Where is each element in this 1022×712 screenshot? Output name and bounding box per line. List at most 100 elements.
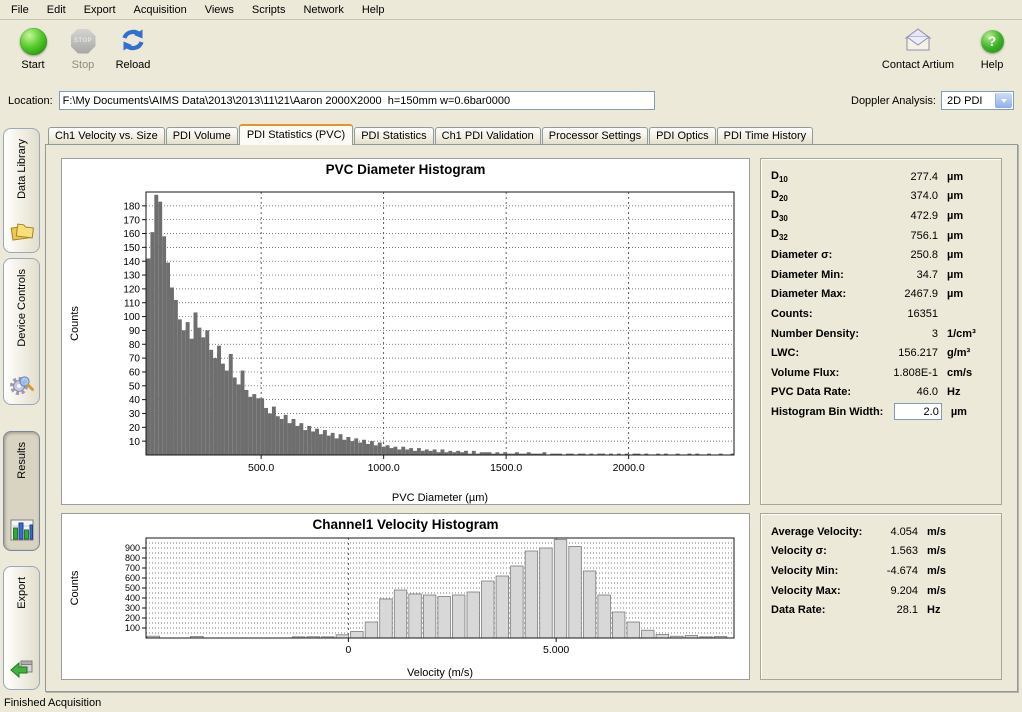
svg-text:10: 10 <box>129 437 141 448</box>
stat-label-subscript: 32 <box>779 234 788 243</box>
stat-row: Velocity σ: 1.563m/s <box>771 542 991 562</box>
stat-label-text: Histogram Bin Width: <box>771 406 883 418</box>
svg-text:20: 20 <box>129 423 141 434</box>
sidebar-item-results[interactable]: Results <box>3 431 40 551</box>
x-axis-label: Velocity (m/s) <box>407 667 473 679</box>
tab-pdi-volume[interactable]: PDI Volume <box>166 127 238 144</box>
svg-text:150: 150 <box>123 243 140 254</box>
stat-unit: m/s <box>918 545 991 557</box>
stat-label: Diameter σ: <box>771 249 874 261</box>
start-button[interactable]: Start <box>8 23 58 71</box>
bin-width-input[interactable] <box>894 403 942 420</box>
sidebar-item-data-library[interactable]: Data Library <box>3 128 40 253</box>
stat-label: Histogram Bin Width: <box>771 406 883 418</box>
tab-pdi-optics[interactable]: PDI Optics <box>649 127 716 144</box>
velocity-stats-panel: Average Velocity:4.054m/sVelocity σ:1.56… <box>760 513 1002 680</box>
svg-text:110: 110 <box>124 298 140 309</box>
help-label: Help <box>974 59 1010 71</box>
chevron-down-icon[interactable] <box>995 93 1012 108</box>
stat-row: Diameter Max:2467.9µm <box>771 285 991 305</box>
stat-label: Number Density: <box>771 328 874 340</box>
doppler-analysis-value: 2D PDI <box>947 95 982 107</box>
stat-value: 277.4 <box>874 171 938 183</box>
stat-label-text: Velocity σ: <box>771 545 827 557</box>
tab-ch1-velocity-vs-size[interactable]: Ch1 Velocity vs. Size <box>48 127 165 144</box>
menu-item-scripts[interactable]: Scripts <box>243 2 295 18</box>
doppler-analysis-dropdown[interactable]: 2D PDI <box>941 91 1014 110</box>
stat-unit: µm <box>938 230 991 242</box>
svg-text:900: 900 <box>125 543 140 553</box>
tab-ch1-pdi-validation[interactable]: Ch1 PDI Validation <box>435 127 541 144</box>
stat-label: Volume Flux: <box>771 367 874 379</box>
reload-icon <box>119 26 147 57</box>
svg-text:120: 120 <box>123 284 140 295</box>
tab-pdi-time-history[interactable]: PDI Time History <box>717 127 814 144</box>
velocity-chart-title: Channel1 Velocity Histogram <box>62 514 749 534</box>
stat-unit: µm <box>938 190 991 202</box>
location-input[interactable] <box>59 91 655 110</box>
svg-text:170: 170 <box>123 215 140 226</box>
stat-value: 1.563 <box>874 545 918 557</box>
tab-pdi-statistics-pvc[interactable]: PDI Statistics (PVC) <box>239 124 353 145</box>
sidebar-item-device-controls[interactable]: Device Controls <box>3 258 40 405</box>
stat-value: 1.808E-1 <box>874 367 938 379</box>
svg-text:800: 800 <box>125 553 140 563</box>
tab-processor-settings[interactable]: Processor Settings <box>542 127 648 144</box>
stat-label-text: Volume Flux: <box>771 367 839 379</box>
stat-label-text: Velocity Min: <box>771 565 838 577</box>
menu-item-acquisition[interactable]: Acquisition <box>125 2 196 18</box>
menu-item-export[interactable]: Export <box>75 2 125 18</box>
status-bar: Finished Acquisition <box>0 694 1022 712</box>
tab-area: Ch1 Velocity vs. SizePDI VolumePDI Stati… <box>45 124 1018 692</box>
stat-value: 28.1 <box>874 604 918 616</box>
sidebar-item-export[interactable]: Export <box>3 566 40 690</box>
stat-row: Velocity Max:9.204m/s <box>771 581 991 601</box>
y-axis-label: Counts <box>69 570 81 605</box>
help-button[interactable]: ? Help <box>974 23 1010 71</box>
menu-item-file[interactable]: File <box>2 2 38 18</box>
menu-item-help[interactable]: Help <box>353 2 394 18</box>
stat-value: 46.0 <box>874 386 938 398</box>
svg-text:130: 130 <box>123 271 140 282</box>
velocity-histogram-chart: 10020030040050060070080090005.000Velocit… <box>62 534 746 680</box>
stat-label: D32 <box>771 228 874 242</box>
svg-text:70: 70 <box>129 354 141 365</box>
stat-value: 9.204 <box>874 585 918 597</box>
y-axis-label: Counts <box>69 306 81 341</box>
stat-unit: µm <box>942 406 991 418</box>
stat-value <box>883 403 941 420</box>
location-row: Location: Doppler Analysis: 2D PDI <box>0 86 1022 115</box>
stat-label-text: Data Rate: <box>771 604 825 616</box>
stat-label: D30 <box>771 209 874 223</box>
stat-value: 374.0 <box>874 190 938 202</box>
stat-label-text: Number Density: <box>771 328 859 340</box>
svg-text:400: 400 <box>125 593 140 603</box>
menu-item-edit[interactable]: Edit <box>38 2 75 18</box>
reload-button[interactable]: Reload <box>108 23 158 71</box>
stat-row: Diameter Min:34.7µm <box>771 265 991 285</box>
stat-value: 16351 <box>874 308 938 320</box>
stat-label-text: LWC: <box>771 347 799 359</box>
status-text: Finished Acquisition <box>4 697 101 709</box>
stat-label-text: PVC Data Rate: <box>771 386 851 398</box>
pvc-chart-title: PVC Diameter Histogram <box>62 159 749 179</box>
menu-item-network[interactable]: Network <box>294 2 352 18</box>
sidebar-item-label: Device Controls <box>16 269 28 347</box>
stat-unit: µm <box>938 249 991 261</box>
menu-item-views[interactable]: Views <box>196 2 243 18</box>
location-label: Location: <box>8 95 53 107</box>
svg-text:600: 600 <box>125 573 140 583</box>
stat-label: Velocity Min: <box>771 565 874 577</box>
stop-button[interactable]: STOP Stop <box>58 23 108 71</box>
tab-panel: PVC Diameter Histogram 10203040506070809… <box>45 144 1018 692</box>
sidebar-item-label: Export <box>16 577 28 609</box>
tab-pdi-statistics[interactable]: PDI Statistics <box>354 127 433 144</box>
stat-row: PVC Data Rate:46.0Hz <box>771 383 991 403</box>
reload-label: Reload <box>108 59 158 71</box>
bar-chart-icon <box>9 517 35 543</box>
svg-text:30: 30 <box>129 409 141 420</box>
contact-artium-button[interactable]: Contact Artium <box>878 23 958 71</box>
stat-unit: m/s <box>918 585 991 597</box>
help-icon: ? <box>981 30 1004 53</box>
stat-label: PVC Data Rate: <box>771 386 874 398</box>
